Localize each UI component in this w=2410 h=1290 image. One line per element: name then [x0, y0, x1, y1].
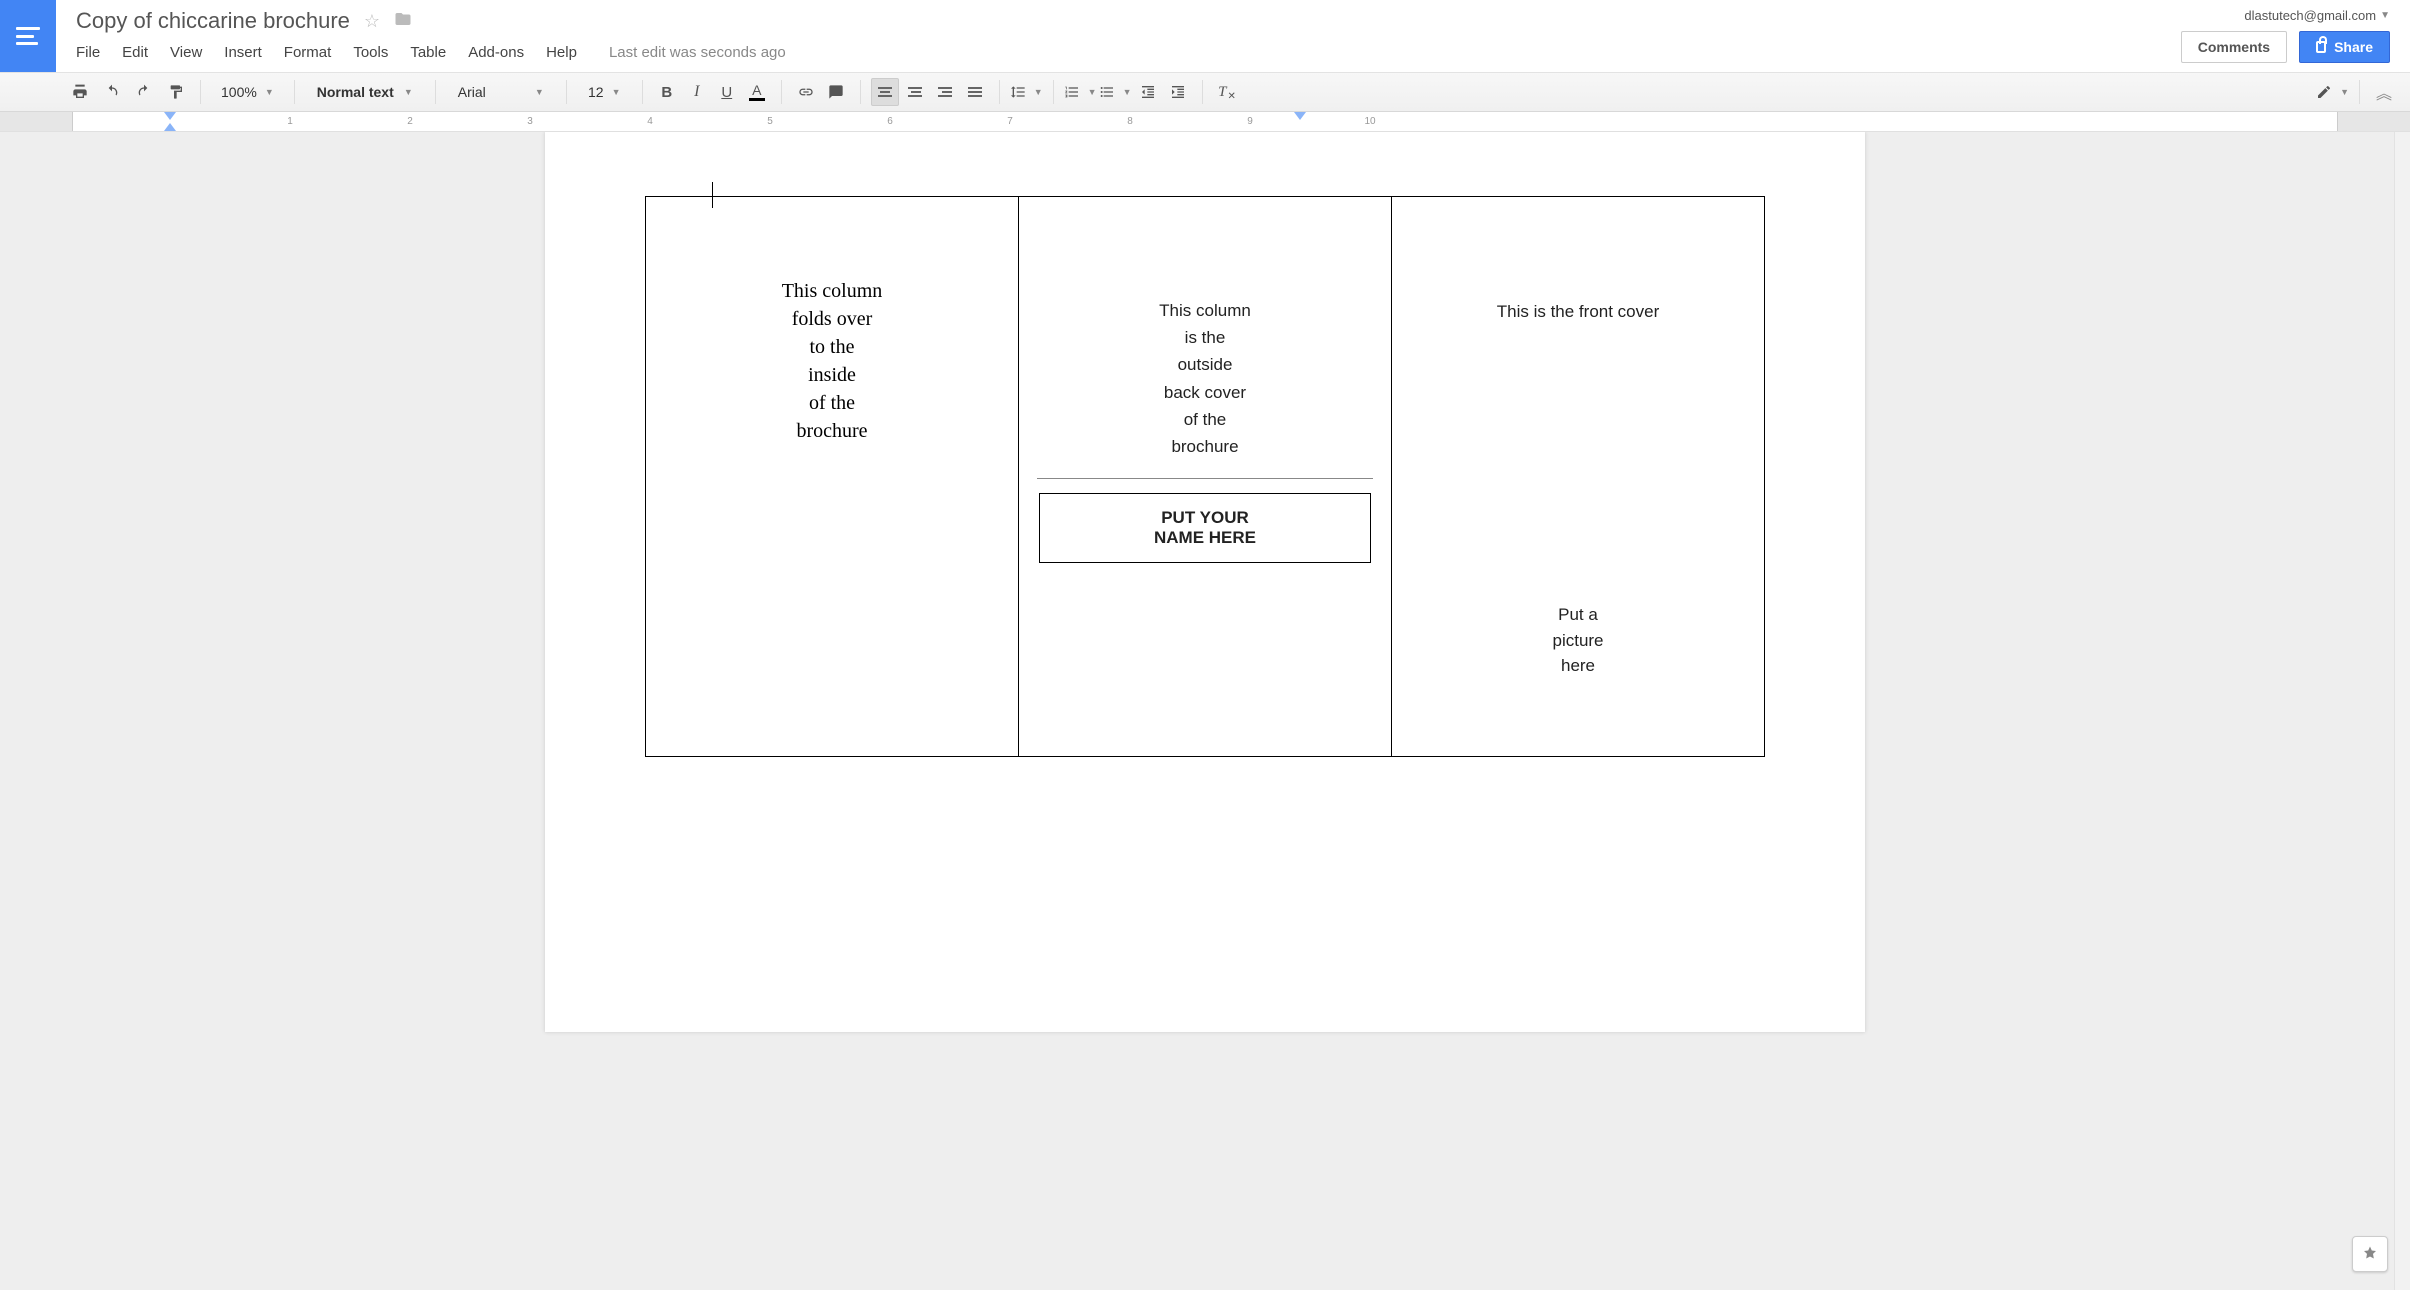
hamburger-icon	[16, 27, 40, 45]
ruler-label: 4	[647, 116, 653, 127]
decrease-indent-button[interactable]	[1134, 78, 1162, 106]
ruler-label: 10	[1364, 116, 1375, 127]
account-menu[interactable]: dlastutech@gmail.com ▼	[2244, 8, 2390, 23]
share-button[interactable]: Share	[2299, 31, 2390, 63]
indent-marker-first-line[interactable]	[164, 112, 176, 120]
font-size-select[interactable]: 12▼	[577, 78, 632, 106]
comments-button[interactable]: Comments	[2181, 31, 2287, 63]
explore-button[interactable]	[2352, 1236, 2388, 1272]
star-icon[interactable]: ☆	[364, 11, 380, 32]
line-spacing-button[interactable]: ▼	[1010, 78, 1043, 106]
last-edit-text: Last edit was seconds ago	[609, 44, 786, 61]
ruler[interactable]: 1 2 3 4 5 6 7 8 9 10	[0, 112, 2410, 132]
align-right-button[interactable]	[931, 78, 959, 106]
document-title[interactable]: Copy of chiccarine brochure	[76, 8, 350, 34]
paragraph-style-value: Normal text	[317, 84, 394, 100]
menu-table[interactable]: Table	[410, 44, 446, 61]
align-left-button[interactable]	[871, 78, 899, 106]
menu-bar: File Edit View Insert Format Tools Table…	[76, 34, 2181, 61]
text-color-button[interactable]: A	[743, 78, 771, 106]
ruler-label: 3	[527, 116, 533, 127]
font-value: Arial	[458, 84, 486, 100]
brochure-table[interactable]: This column folds over to the inside of …	[645, 196, 1765, 757]
zoom-value: 100%	[221, 84, 257, 100]
bold-button[interactable]: B	[653, 78, 681, 106]
hide-menus-button[interactable]: ︽	[2370, 78, 2398, 106]
font-select[interactable]: Arial ▼	[446, 78, 556, 106]
brochure-col-1[interactable]: This column folds over to the inside of …	[646, 197, 1019, 757]
menu-format[interactable]: Format	[284, 44, 332, 61]
font-size-value: 12	[588, 84, 604, 100]
folder-icon[interactable]	[394, 10, 412, 33]
zoom-select[interactable]: 100%▼	[211, 78, 284, 106]
undo-button[interactable]	[98, 78, 126, 106]
vertical-scrollbar[interactable]	[2394, 132, 2410, 1290]
paragraph-style-select[interactable]: Normal text ▼	[305, 78, 425, 106]
explore-icon	[2361, 1245, 2379, 1263]
underline-button[interactable]: U	[713, 78, 741, 106]
editing-mode-button[interactable]: ▼	[2316, 78, 2349, 106]
menu-file[interactable]: File	[76, 44, 100, 61]
redo-button[interactable]	[130, 78, 158, 106]
name-placeholder-box[interactable]: PUT YOUR NAME HERE	[1039, 493, 1371, 563]
caret-down-icon: ▼	[2380, 10, 2390, 21]
ruler-label: 6	[887, 116, 893, 127]
account-email: dlastutech@gmail.com	[2244, 8, 2376, 23]
italic-button[interactable]: I	[683, 78, 711, 106]
menu-insert[interactable]: Insert	[224, 44, 262, 61]
brochure-col-3[interactable]: This is the front cover Put a picture he…	[1392, 197, 1765, 757]
ruler-label: 5	[767, 116, 773, 127]
divider	[1037, 478, 1373, 479]
paint-format-button[interactable]	[162, 78, 190, 106]
indent-marker-left[interactable]	[164, 123, 176, 131]
menu-tools[interactable]: Tools	[353, 44, 388, 61]
share-label: Share	[2334, 39, 2373, 55]
align-justify-button[interactable]	[961, 78, 989, 106]
increase-indent-button[interactable]	[1164, 78, 1192, 106]
numbered-list-button[interactable]: ▼	[1064, 78, 1097, 106]
bulleted-list-button[interactable]: ▼	[1099, 78, 1132, 106]
print-button[interactable]	[66, 78, 94, 106]
col2-text[interactable]: This column is the outside back cover of…	[1029, 297, 1381, 460]
menu-addons[interactable]: Add-ons	[468, 44, 524, 61]
ruler-label: 8	[1127, 116, 1133, 127]
ruler-label: 2	[407, 116, 413, 127]
col3-front-cover-text[interactable]: This is the front cover	[1402, 302, 1754, 322]
ruler-label: 1	[287, 116, 293, 127]
ruler-label: 7	[1007, 116, 1013, 127]
comments-label: Comments	[2198, 39, 2270, 55]
menu-edit[interactable]: Edit	[122, 44, 148, 61]
lock-icon	[2316, 41, 2326, 53]
menu-view[interactable]: View	[170, 44, 202, 61]
clear-formatting-button[interactable]: T✕	[1213, 78, 1241, 106]
toolbar: 100%▼ Normal text ▼ Arial ▼ 12▼ B I U A	[0, 72, 2410, 112]
insert-comment-button[interactable]	[822, 78, 850, 106]
indent-marker-right[interactable]	[1294, 112, 1306, 120]
brochure-col-2[interactable]: This column is the outside back cover of…	[1019, 197, 1392, 757]
document-canvas[interactable]: This column folds over to the inside of …	[0, 132, 2410, 1290]
page[interactable]: This column folds over to the inside of …	[545, 132, 1865, 1032]
col1-text[interactable]: This column folds over to the inside of …	[656, 277, 1008, 445]
align-center-button[interactable]	[901, 78, 929, 106]
menu-help[interactable]: Help	[546, 44, 577, 61]
ruler-label: 9	[1247, 116, 1253, 127]
docs-home-button[interactable]	[0, 0, 56, 72]
insert-link-button[interactable]	[792, 78, 820, 106]
col3-picture-placeholder[interactable]: Put a picture here	[1402, 602, 1754, 679]
